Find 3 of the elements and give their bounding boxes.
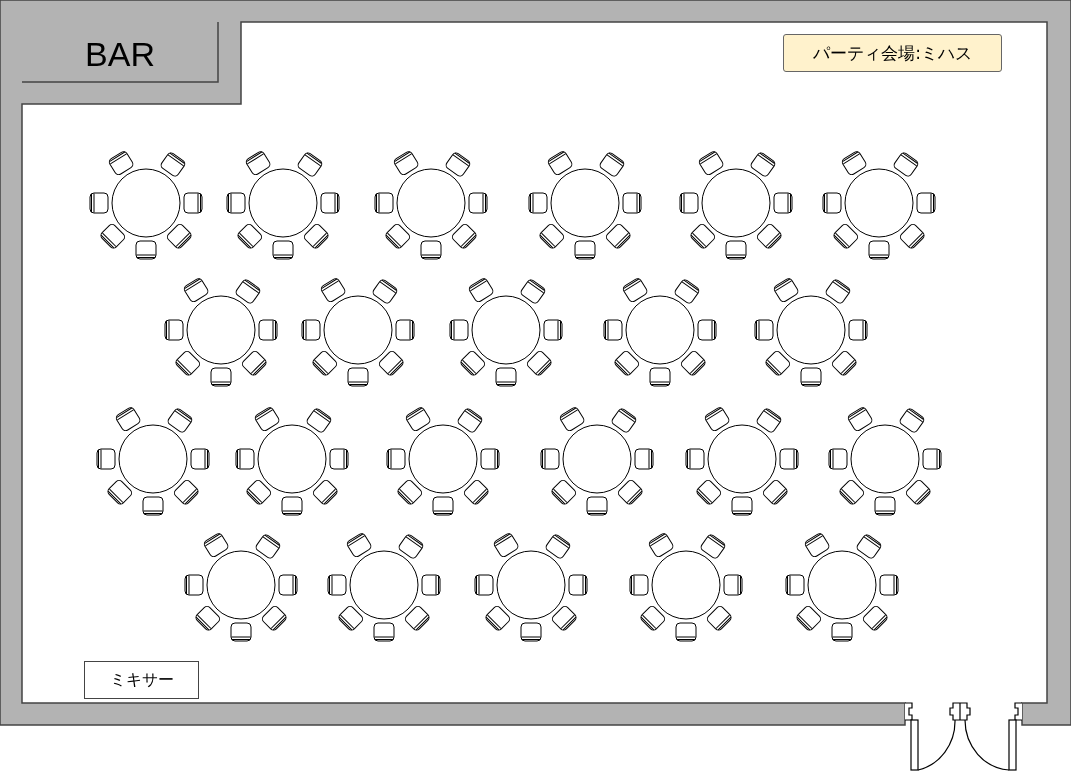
- bar-label: BAR: [84, 33, 156, 75]
- mixer-label: ミキサー: [84, 661, 199, 699]
- venue-label: パーティ会場:ミハス: [783, 34, 1002, 72]
